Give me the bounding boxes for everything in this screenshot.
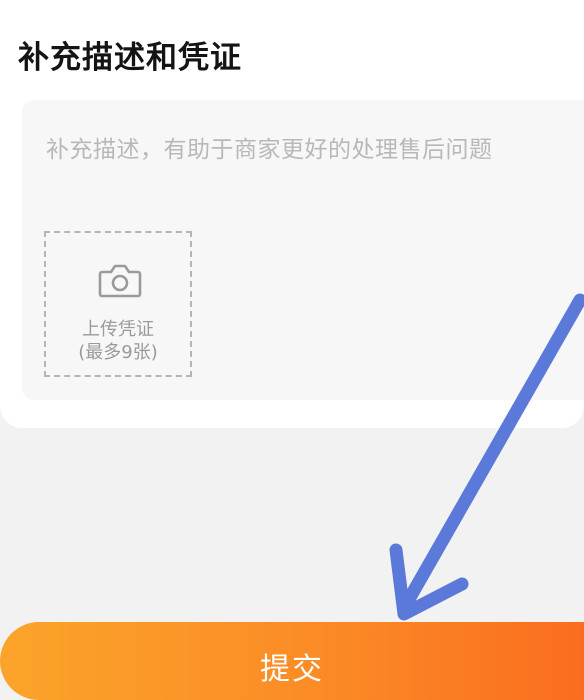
description-input[interactable]: 补充描述，有助于商家更好的处理售后问题 上传凭证 (最多9张) [22, 100, 584, 400]
section-title: 补充描述和凭证 [18, 40, 242, 76]
upload-evidence-button[interactable]: 上传凭证 (最多9张) [44, 231, 192, 377]
description-placeholder: 补充描述，有助于商家更好的处理售后问题 [46, 137, 493, 163]
description-card: 补充描述和凭证 补充描述，有助于商家更好的处理售后问题 上传凭证 (最多9张) [0, 0, 584, 428]
submit-button[interactable]: 提交 [0, 622, 584, 700]
upload-limit-label: (最多9张) [78, 342, 158, 363]
submit-button-label: 提交 [260, 652, 324, 687]
camera-icon [98, 264, 142, 298]
